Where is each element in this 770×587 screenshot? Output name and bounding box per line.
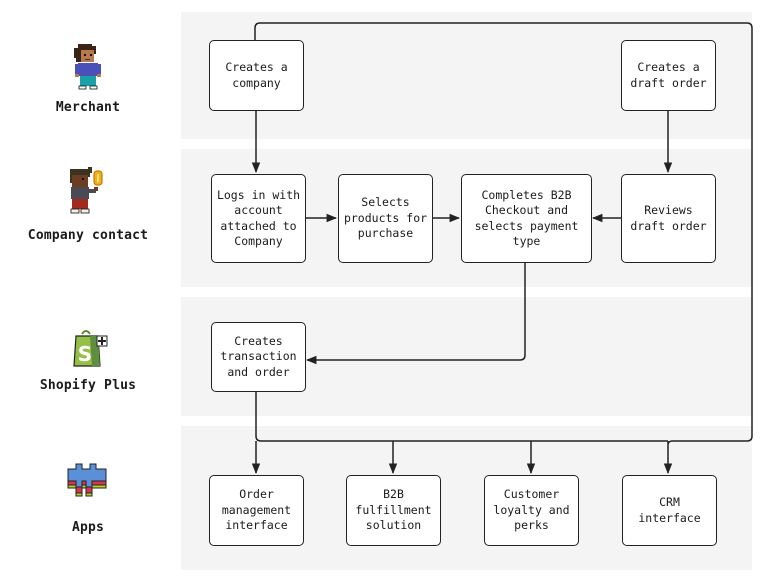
company-contact-character-icon (70, 167, 103, 214)
merchant-character-icon (74, 44, 101, 90)
step-creates-company: Creates a company (209, 40, 304, 111)
svg-text:S: S (78, 342, 92, 366)
step-completes-checkout: Completes B2B Checkout and selects payme… (461, 174, 592, 263)
step-reviews-draft-order: Reviews draft order (621, 174, 716, 263)
step-logs-in: Logs in with account attached to Company (211, 174, 306, 263)
step-creates-draft-order: Creates a draft order (621, 40, 716, 111)
app-b2b-fulfillment: B2B fulfillment solution (346, 475, 441, 546)
app-crm-interface: CRM interface (622, 475, 717, 546)
step-creates-transaction: Creates transaction and order (211, 322, 306, 392)
step-selects-products: Selects products for purchase (338, 174, 433, 263)
actor-label-shopify-plus: Shopify Plus (39, 378, 137, 393)
shopify-plus-bag-icon: S (73, 330, 108, 367)
actor-label-merchant: Merchant (55, 100, 121, 115)
app-order-management: Order management interface (209, 475, 304, 546)
app-customer-loyalty: Customer loyalty and perks (484, 475, 579, 546)
actor-label-company-contact: Company contact (27, 228, 149, 243)
puzzle-pieces-icon (67, 463, 107, 497)
actor-label-apps: Apps (71, 520, 105, 535)
